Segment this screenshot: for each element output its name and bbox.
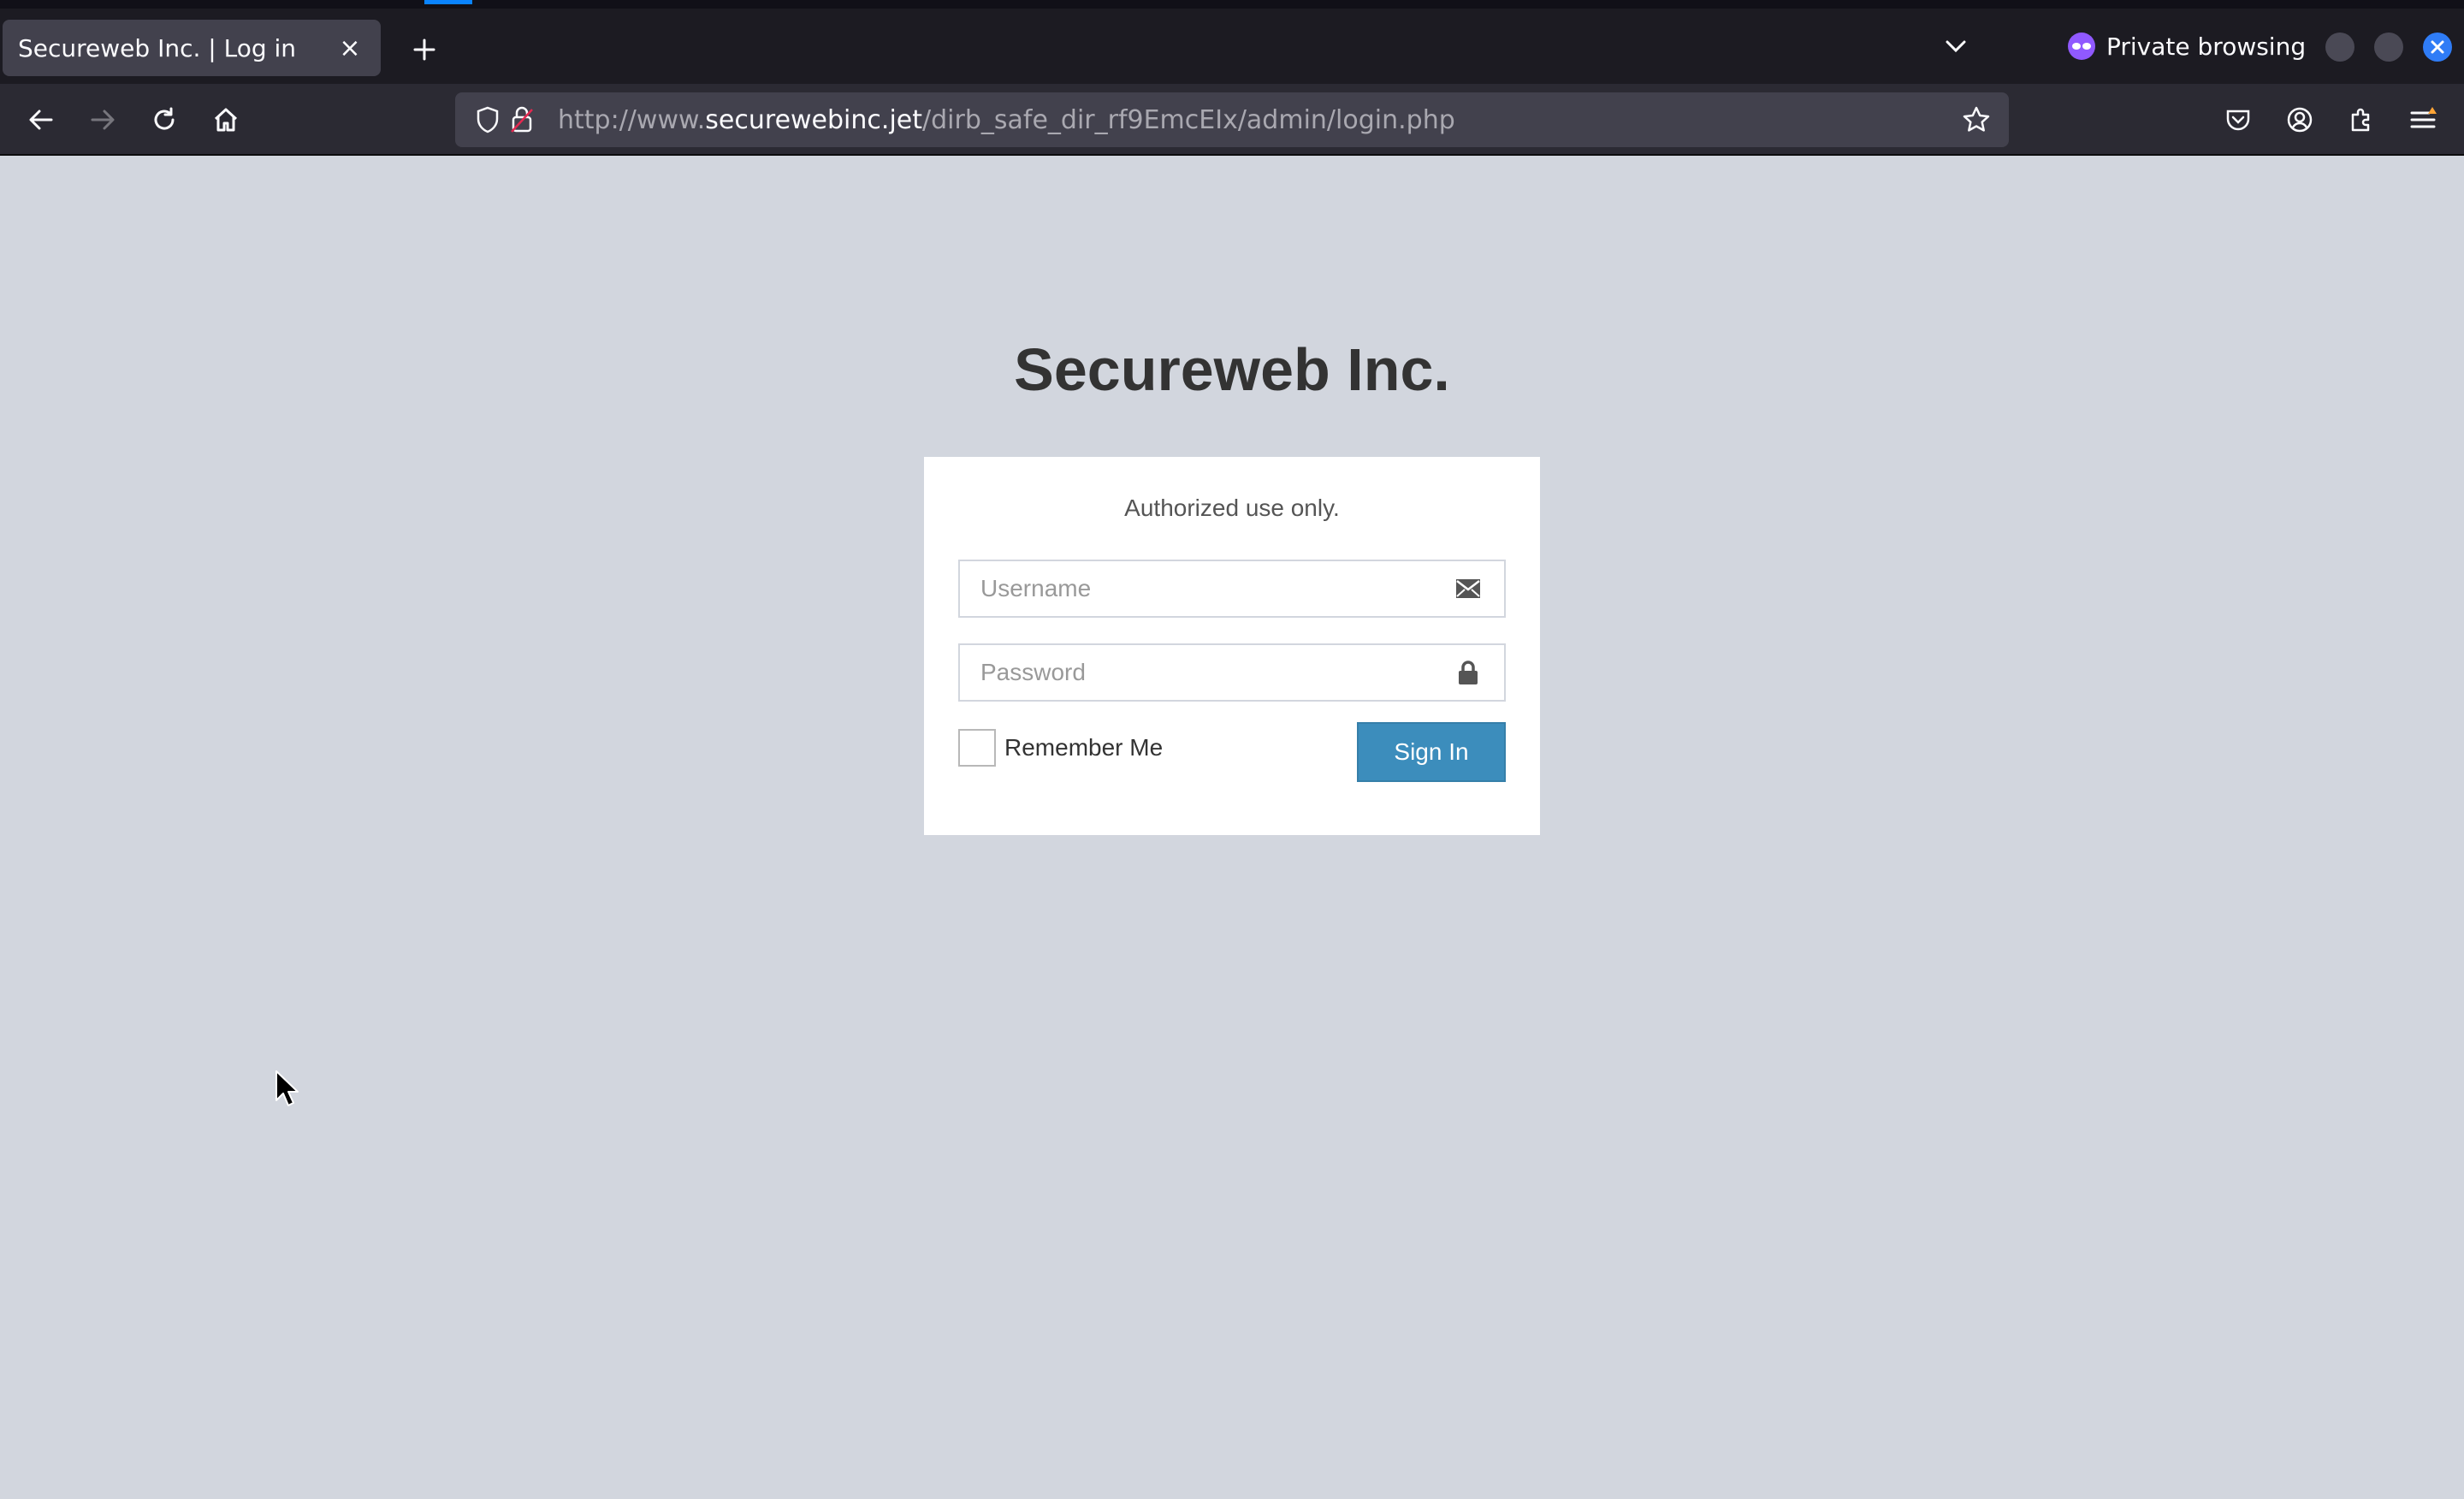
url-bar[interactable]: http://www.securewebinc.jet/dirb_safe_di… <box>455 92 2009 147</box>
arrow-right-icon <box>91 110 115 130</box>
tab-close-button[interactable]: × <box>335 33 365 63</box>
app-menu-button[interactable] <box>2399 96 2447 144</box>
list-all-tabs-button[interactable] <box>1934 24 1978 68</box>
pocket-icon <box>2226 110 2250 131</box>
reload-icon <box>154 107 175 130</box>
hamburger-menu-icon <box>2410 107 2437 128</box>
new-tab-button[interactable] <box>400 26 448 74</box>
url-text[interactable]: http://www.securewebinc.jet/dirb_safe_di… <box>558 105 1959 135</box>
page-title: Secureweb Inc. <box>1014 336 1450 403</box>
remember-me-label: Remember Me <box>1004 734 1164 761</box>
url-domain: securewebinc.jet <box>705 104 922 135</box>
close-window-button[interactable] <box>2423 33 2452 62</box>
extensions-button[interactable] <box>2337 96 2385 144</box>
maximize-button[interactable] <box>2374 33 2403 62</box>
private-browsing-indicator: Private browsing <box>2067 22 2306 70</box>
shield-icon[interactable] <box>471 103 505 137</box>
home-button[interactable] <box>202 96 250 144</box>
remember-me-toggle[interactable]: Remember Me <box>958 729 1163 767</box>
star-icon[interactable] <box>1959 103 1993 137</box>
username-field-group <box>958 560 1506 618</box>
navigation-toolbar: http://www.securewebinc.jet/dirb_safe_di… <box>0 84 2464 156</box>
remember-me-checkbox[interactable] <box>958 729 996 767</box>
reload-button[interactable] <box>140 96 188 144</box>
private-browsing-label: Private browsing <box>2106 32 2307 61</box>
minimize-button[interactable] <box>2325 33 2354 62</box>
back-button[interactable] <box>17 96 65 144</box>
home-icon <box>214 108 238 132</box>
page-content: Secureweb Inc. Authorized use only. User… <box>0 156 2464 1499</box>
account-icon <box>2287 107 2313 133</box>
sign-in-button[interactable]: Sign In <box>1357 722 1506 782</box>
tab-active[interactable]: Secureweb Inc. | Log in × <box>3 20 381 76</box>
private-mask-icon <box>2068 33 2095 60</box>
top-strip <box>0 0 2464 9</box>
tab-title: Secureweb Inc. | Log in <box>18 33 297 62</box>
puzzle-icon <box>2351 108 2370 132</box>
envelope-icon <box>1453 573 1484 604</box>
forward-button[interactable] <box>79 96 127 144</box>
mouse-cursor-icon <box>275 1070 299 1106</box>
password-input[interactable] <box>980 659 1453 686</box>
password-field-group <box>958 643 1506 702</box>
active-indicator <box>424 0 472 4</box>
url-prefix: http://www. <box>558 104 706 135</box>
toolbar-right <box>2214 96 2447 144</box>
pocket-button[interactable] <box>2214 96 2262 144</box>
login-message: Authorized use only. <box>1124 495 1340 521</box>
chevron-down-icon <box>1946 40 1966 53</box>
insecure-lock-icon[interactable] <box>505 103 539 137</box>
tab-bar: Secureweb Inc. | Log in × Private browsi… <box>0 9 2464 84</box>
lock-icon <box>1453 657 1484 688</box>
url-path: /dirb_safe_dir_rf9EmcEIx/admin/login.php <box>922 104 1455 135</box>
browser-chrome: Secureweb Inc. | Log in × Private browsi… <box>0 0 2464 156</box>
account-button[interactable] <box>2276 96 2324 144</box>
close-icon <box>2431 40 2444 54</box>
login-box: Authorized use only. Remem <box>924 457 1540 835</box>
plus-icon <box>413 39 435 61</box>
username-input[interactable] <box>980 575 1453 602</box>
arrow-left-icon <box>29 110 53 130</box>
